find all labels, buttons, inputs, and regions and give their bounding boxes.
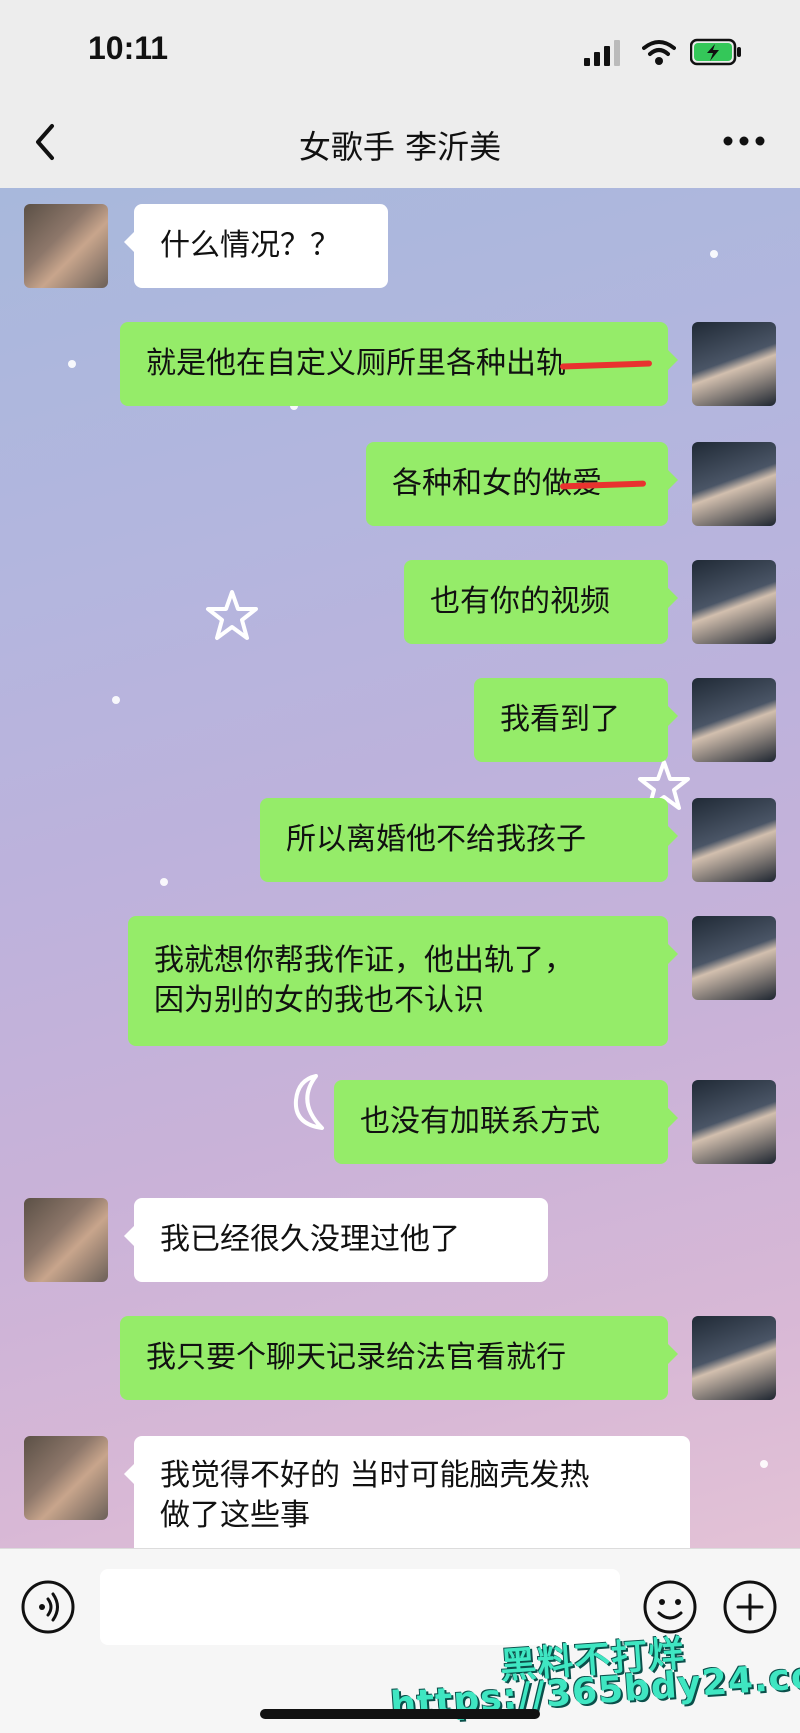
message-text: 就是他在自定义厕所里各种出轨	[146, 346, 566, 381]
input-bar: 黑料不打烊 https://365bdy24.com	[0, 1548, 800, 1733]
message-bubble-sent[interactable]: 所以离婚他不给我孩子	[260, 798, 678, 882]
star-dot	[710, 250, 718, 258]
message-text-line: 我就想你帮我作证，他出轨了，	[154, 943, 574, 978]
status-time: 10:11	[88, 30, 169, 66]
star-dot	[760, 1460, 768, 1468]
battery-icon	[690, 38, 741, 66]
message-bubble-sent[interactable]: 我看到了	[474, 678, 678, 762]
message-bubble-sent[interactable]: 就是他在自定义厕所里各种出轨	[120, 322, 678, 406]
avatar[interactable]	[692, 798, 776, 882]
message-text: 也有你的视频	[430, 584, 610, 619]
avatar[interactable]	[692, 1080, 776, 1164]
message-bubble-sent[interactable]: 也有你的视频	[404, 560, 678, 644]
chat-header: 女歌手 李沂美	[0, 100, 800, 188]
avatar[interactable]	[692, 560, 776, 644]
message-text-line: 因为别的女的我也不认识	[154, 983, 484, 1018]
star-dot	[160, 878, 168, 886]
chat-area[interactable]: 什么情况？？ 就是他在自定义厕所里各种出轨 各种和女的做爱 也有你的视频 我看到…	[0, 188, 800, 1548]
voice-icon[interactable]	[20, 1579, 76, 1635]
avatar[interactable]	[24, 204, 108, 288]
message-bubble-received[interactable]: 什么情况？？	[124, 204, 388, 288]
chat-title: 女歌手 李沂美	[298, 128, 502, 166]
message-bubble-sent[interactable]: 也没有加联系方式	[334, 1080, 678, 1164]
star-decoration	[206, 590, 258, 640]
message-text: 也没有加联系方式	[360, 1104, 600, 1139]
add-icon[interactable]	[722, 1579, 778, 1635]
wifi-icon	[642, 40, 676, 65]
avatar[interactable]	[692, 678, 776, 762]
message-bubble-sent[interactable]: 各种和女的做爱	[366, 442, 678, 526]
message-text-line: 我觉得不好的 当时可能脑壳发热	[160, 1458, 590, 1493]
status-bar: 10:11	[0, 0, 800, 100]
avatar[interactable]	[692, 442, 776, 526]
star-dot	[68, 360, 76, 368]
message-text: 所以离婚他不给我孩子	[286, 822, 586, 857]
message-text: 什么情况？？	[160, 228, 340, 263]
strike-mark	[559, 360, 653, 370]
avatar[interactable]	[24, 1436, 108, 1520]
message-text-line: 做了这些事	[160, 1498, 310, 1533]
message-bubble-received[interactable]: 我觉得不好的 当时可能脑壳发热 做了这些事	[124, 1436, 690, 1548]
message-text: 我看到了	[500, 702, 620, 737]
message-bubble-received[interactable]: 我已经很久没理过他了	[124, 1198, 548, 1282]
message-bubble-sent[interactable]: 我就想你帮我作证，他出轨了， 因为别的女的我也不认识	[128, 916, 678, 1046]
message-text: 我已经很久没理过他了	[160, 1222, 460, 1257]
avatar[interactable]	[692, 1316, 776, 1400]
avatar[interactable]	[692, 322, 776, 406]
message-bubble-sent[interactable]: 我只要个聊天记录给法官看就行	[120, 1316, 678, 1400]
message-text: 我只要个聊天记录给法官看就行	[146, 1340, 566, 1375]
home-indicator[interactable]	[260, 1709, 540, 1719]
avatar[interactable]	[692, 916, 776, 1000]
star-dot	[112, 696, 120, 704]
signal-icon	[584, 40, 620, 66]
avatar[interactable]	[24, 1198, 108, 1282]
more-icon[interactable]	[722, 126, 766, 156]
moon-decoration	[293, 1074, 324, 1130]
